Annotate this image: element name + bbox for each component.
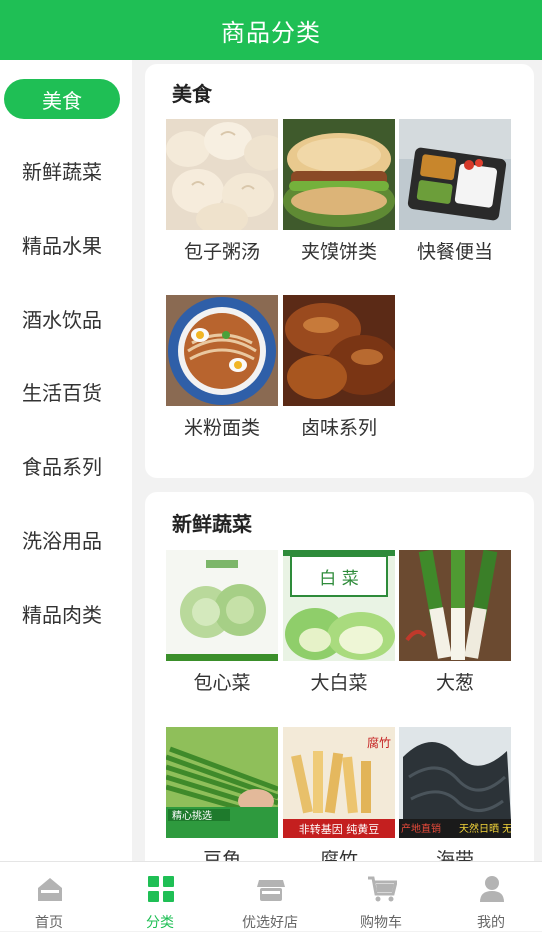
product-name: 包心菜	[193, 672, 251, 694]
product-item[interactable]: 包子粥汤	[166, 119, 278, 263]
sidebar-item-meat[interactable]: 精品肉类	[0, 593, 124, 633]
tab-cart[interactable]: 购物车	[327, 862, 435, 932]
product-image-green-beans: 精心挑选	[166, 727, 278, 838]
category-card-vegetables: 新鲜蔬菜 包心菜 白 菜 大白菜 大葱 精心挑选 豆角 非转基因 纯黄豆 腐竹 …	[145, 492, 534, 861]
bottom-tab-bar: 首页 分类 优选好店 购物车 我的	[0, 861, 542, 931]
product-image-text: 非转基因 纯黄豆	[299, 822, 380, 836]
product-image-text: 精心挑选	[172, 809, 212, 822]
category-card-food: 美食 包子粥汤 夹馍饼类 快餐便当 米粉面类 卤味系列	[145, 64, 534, 478]
product-name: 豆角	[202, 849, 241, 861]
page-header: 商品分类	[0, 0, 542, 60]
sidebar-item-bath[interactable]: 洗浴用品	[0, 519, 124, 559]
product-item[interactable]: 精心挑选 豆角	[166, 727, 278, 861]
tab-label: 优选好店	[242, 915, 298, 931]
product-content[interactable]: 美食 包子粥汤 夹馍饼类 快餐便当 米粉面类 卤味系列 新鲜蔬菜 包心菜 白 菜…	[132, 60, 542, 861]
product-image-text: 产地直销	[401, 822, 441, 835]
product-item[interactable]: 卤味系列	[283, 295, 395, 439]
product-name: 卤味系列	[300, 417, 377, 439]
product-image-roujiamo	[283, 119, 395, 230]
product-item[interactable]: 米粉面类	[166, 295, 278, 439]
product-item[interactable]: 大葱	[399, 550, 511, 694]
tab-label: 购物车	[360, 915, 402, 931]
tab-category[interactable]: 分类	[106, 862, 214, 932]
home-icon	[38, 878, 62, 901]
section-title: 美食	[172, 82, 212, 106]
product-image-chinese-cabbage: 白 菜	[283, 550, 395, 661]
product-image-yuba: 非转基因 纯黄豆 腐竹	[283, 727, 395, 838]
sidebar-item-daily-goods[interactable]: 生活百货	[0, 371, 124, 411]
tab-stores[interactable]: 优选好店	[216, 862, 324, 932]
sidebar-item-fruits[interactable]: 精品水果	[0, 224, 124, 264]
cart-icon	[368, 876, 397, 902]
tab-label: 首页	[35, 915, 63, 931]
product-name: 海带	[435, 849, 474, 861]
product-item[interactable]: 夹馍饼类	[283, 119, 395, 263]
product-name: 包子粥汤	[183, 241, 260, 263]
sidebar-item-drinks[interactable]: 酒水饮品	[0, 298, 124, 338]
user-icon	[480, 876, 504, 902]
product-name: 大白菜	[310, 672, 368, 694]
sidebar-item-vegetables[interactable]: 新鲜蔬菜	[0, 150, 124, 190]
product-image-noodles	[166, 295, 278, 406]
product-image-bento	[399, 119, 511, 230]
product-item[interactable]: 天然日晒 无 产地直销 海带	[399, 727, 511, 861]
product-item[interactable]: 快餐便当	[399, 119, 511, 263]
product-item[interactable]: 非转基因 纯黄豆 腐竹 腐竹	[283, 727, 395, 861]
product-image-text: 腐竹	[367, 735, 391, 750]
product-image-braised	[283, 295, 395, 406]
product-image-kelp: 天然日晒 无 产地直销	[399, 727, 511, 838]
product-name: 快餐便当	[416, 241, 493, 263]
product-image-cabbage	[166, 550, 278, 661]
product-image-scallion	[399, 550, 511, 661]
product-item[interactable]: 白 菜 大白菜	[283, 550, 395, 694]
category-sidebar: 美食 新鲜蔬菜 精品水果 酒水饮品 生活百货 食品系列 洗浴用品 精品肉类	[0, 60, 132, 861]
page-title: 商品分类	[221, 18, 321, 47]
tab-home[interactable]: 首页	[0, 862, 103, 932]
tab-label: 分类	[146, 915, 174, 931]
product-image-text: 白 菜	[319, 569, 358, 589]
product-image-text: 天然日晒 无	[459, 822, 511, 835]
section-title: 新鲜蔬菜	[172, 512, 252, 536]
product-name: 夹馍饼类	[300, 241, 377, 263]
sidebar-item-food[interactable]: 美食	[4, 79, 120, 119]
product-name: 米粉面类	[183, 417, 260, 439]
tab-label: 我的	[477, 915, 505, 931]
category-icon	[148, 876, 174, 902]
product-name: 大葱	[435, 672, 474, 694]
product-item[interactable]: 包心菜	[166, 550, 278, 694]
store-icon	[257, 880, 285, 901]
product-image-buns	[166, 119, 278, 230]
sidebar-item-food-series[interactable]: 食品系列	[0, 445, 124, 485]
tab-me[interactable]: 我的	[437, 862, 542, 932]
product-name: 腐竹	[319, 849, 358, 861]
